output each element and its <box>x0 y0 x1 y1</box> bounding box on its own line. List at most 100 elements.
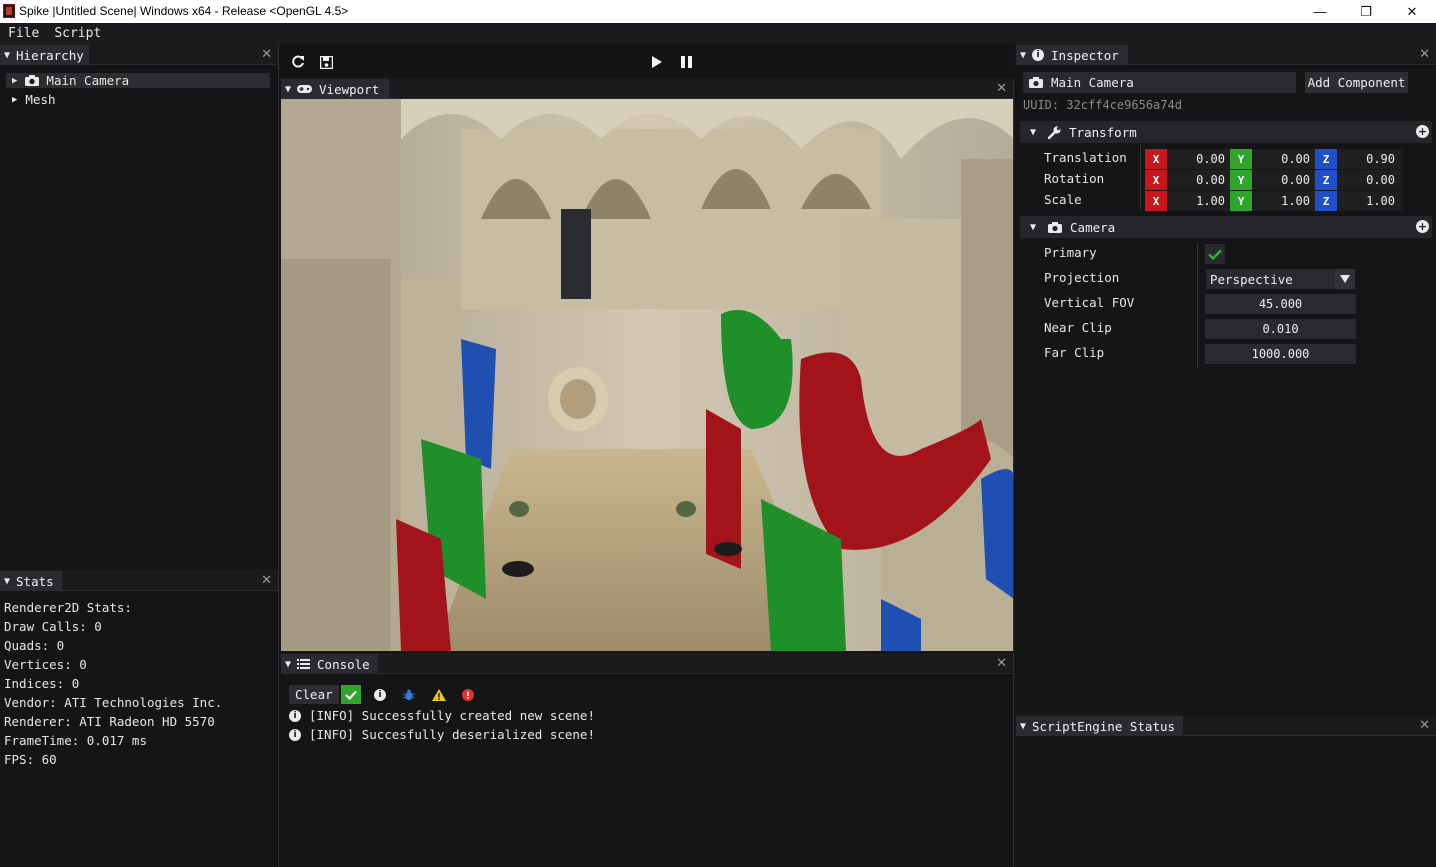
viewport-scene-render[interactable] <box>281 99 1013 651</box>
error-icon[interactable] <box>458 685 478 704</box>
hierarchy-item-mesh[interactable]: ▶ Mesh <box>6 92 56 107</box>
stats-line: Quads: 0 <box>4 638 65 653</box>
maximize-button[interactable]: ❐ <box>1343 0 1389 23</box>
minimize-button[interactable]: — <box>1297 0 1343 23</box>
rotation-label: Rotation <box>1044 171 1105 186</box>
entity-name-field[interactable]: Main Camera <box>1023 72 1296 93</box>
axis-x-button[interactable]: X <box>1145 149 1167 169</box>
axis-z-button[interactable]: Z <box>1315 149 1337 169</box>
axis-z-button[interactable]: Z <box>1315 170 1337 190</box>
far-clip-field[interactable]: 1000.000 <box>1205 344 1356 364</box>
component-settings-icon[interactable]: + <box>1416 125 1429 138</box>
wrench-icon <box>1048 125 1061 139</box>
hierarchy-item-label: Mesh <box>25 92 56 107</box>
check-icon[interactable] <box>341 685 361 704</box>
clear-button[interactable]: Clear <box>289 685 339 704</box>
tab-console[interactable]: ▼ Console <box>281 654 378 674</box>
vertical-fov-label: Vertical FOV <box>1044 295 1135 310</box>
stats-line: Indices: 0 <box>4 676 80 691</box>
collapse-triangle-icon[interactable]: ▼ <box>1030 222 1036 233</box>
collapse-triangle-icon[interactable]: ▼ <box>4 50 10 61</box>
warning-icon[interactable] <box>429 685 449 704</box>
save-icon[interactable] <box>318 54 334 70</box>
column-divider <box>1197 243 1198 368</box>
scale-z-field[interactable]: 1.00 <box>1337 191 1403 211</box>
tab-label: Console <box>317 656 370 672</box>
entity-uuid: UUID: 32cff4ce9656a74d <box>1023 98 1182 112</box>
camera-component-header[interactable]: ▼ Camera + <box>1020 216 1432 238</box>
projection-select[interactable]: Perspective <box>1206 269 1355 289</box>
console-tabbar: ▼ Console ✕ <box>281 653 1013 674</box>
menu-file[interactable]: File <box>8 26 39 41</box>
info-icon[interactable]: i <box>370 685 390 704</box>
hierarchy-tabbar: ▼ Hierarchy ✕ <box>0 44 278 65</box>
axis-y-button[interactable]: Y <box>1230 170 1252 190</box>
close-icon[interactable]: ✕ <box>996 656 1007 671</box>
collapse-triangle-icon[interactable]: ▼ <box>1020 721 1026 732</box>
rotation-z-field[interactable]: 0.00 <box>1337 170 1403 190</box>
primary-checkbox[interactable] <box>1205 244 1225 264</box>
stats-panel: ▼ Stats ✕ Renderer2D Stats: Draw Calls: … <box>0 570 279 867</box>
window-title: Spike |Untitled Scene| Windows x64 - Rel… <box>19 4 349 18</box>
tab-viewport[interactable]: ▼ Viewport <box>281 79 389 99</box>
pause-icon[interactable] <box>678 54 694 70</box>
axis-x-button[interactable]: X <box>1145 170 1167 190</box>
translation-z-field[interactable]: 0.90 <box>1337 149 1403 169</box>
projection-value: Perspective <box>1210 271 1293 287</box>
close-icon[interactable]: ✕ <box>261 573 272 588</box>
reload-icon[interactable] <box>290 54 306 70</box>
tab-stats[interactable]: ▼ Stats <box>0 571 62 591</box>
component-title: Transform <box>1069 124 1137 140</box>
axis-z-button[interactable]: Z <box>1315 191 1337 211</box>
viewport-panel: ▼ Viewport ✕ <box>281 78 1014 651</box>
inspector-panel: ▼ i Inspector ✕ Main Camera Add Componen… <box>1016 44 1436 714</box>
bug-icon[interactable] <box>399 685 419 704</box>
close-icon[interactable]: ✕ <box>996 81 1007 96</box>
axis-y-button[interactable]: Y <box>1230 191 1252 211</box>
transform-component-header[interactable]: ▼ Transform + <box>1020 121 1432 143</box>
collapse-triangle-icon[interactable]: ▼ <box>4 576 10 587</box>
app-logo-icon <box>3 4 15 18</box>
scale-y-field[interactable]: 1.00 <box>1252 191 1318 211</box>
collapse-triangle-icon[interactable]: ▼ <box>285 84 291 95</box>
checkmark-icon <box>1208 249 1222 260</box>
script-engine-tabbar: ▼ ScriptEngine Status ✕ <box>1016 715 1436 736</box>
expand-arrow-icon[interactable]: ▶ <box>12 76 17 86</box>
camera-icon <box>1048 221 1063 233</box>
info-icon: i <box>289 709 301 722</box>
rotation-x-field[interactable]: 0.00 <box>1167 170 1233 190</box>
collapse-triangle-icon[interactable]: ▼ <box>1020 50 1026 61</box>
expand-arrow-icon[interactable]: ▶ <box>12 95 17 105</box>
info-icon: i <box>1032 49 1045 61</box>
component-settings-icon[interactable]: + <box>1416 220 1429 233</box>
camera-icon <box>1029 77 1043 88</box>
translation-y-field[interactable]: 0.00 <box>1252 149 1318 169</box>
close-icon[interactable]: ✕ <box>261 47 272 62</box>
tab-inspector[interactable]: ▼ i Inspector <box>1016 45 1128 65</box>
component-title: Camera <box>1070 219 1116 235</box>
play-icon[interactable] <box>649 54 665 70</box>
collapse-triangle-icon[interactable]: ▼ <box>285 659 291 670</box>
translation-x-field[interactable]: 0.00 <box>1167 149 1233 169</box>
stats-line: Vendor: ATI Technologies Inc. <box>4 695 223 710</box>
near-clip-field[interactable]: 0.010 <box>1205 319 1356 339</box>
add-component-button[interactable]: Add Component <box>1305 72 1408 93</box>
inspector-tabbar: ▼ i Inspector ✕ <box>1016 44 1436 65</box>
menu-bar: File Script <box>0 23 1436 44</box>
close-icon[interactable]: ✕ <box>1419 718 1430 733</box>
dropdown-arrow-icon[interactable] <box>1335 269 1355 289</box>
collapse-triangle-icon[interactable]: ▼ <box>1030 127 1036 138</box>
vertical-fov-field[interactable]: 45.000 <box>1205 294 1356 314</box>
menu-script[interactable]: Script <box>54 26 101 41</box>
close-window-button[interactable]: ✕ <box>1389 0 1435 23</box>
stats-line: FPS: 60 <box>4 752 57 767</box>
hierarchy-item-main-camera[interactable]: ▶ Main Camera <box>6 73 270 88</box>
close-icon[interactable]: ✕ <box>1419 47 1430 62</box>
axis-x-button[interactable]: X <box>1145 191 1167 211</box>
tab-script-engine-status[interactable]: ▼ ScriptEngine Status <box>1016 716 1183 736</box>
scale-x-field[interactable]: 1.00 <box>1167 191 1233 211</box>
stats-line: Renderer: ATI Radeon HD 5570 <box>4 714 215 729</box>
axis-y-button[interactable]: Y <box>1230 149 1252 169</box>
rotation-y-field[interactable]: 0.00 <box>1252 170 1318 190</box>
tab-hierarchy[interactable]: ▼ Hierarchy <box>0 45 89 65</box>
